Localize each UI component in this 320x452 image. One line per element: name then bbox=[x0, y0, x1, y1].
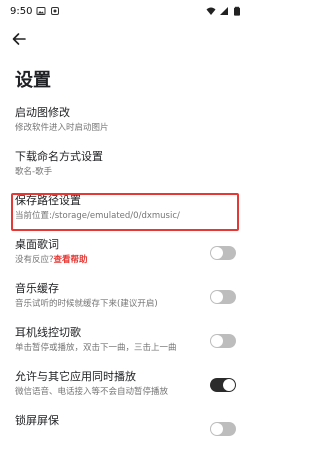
setting-subtitle: 微信语音、电话接入等不会自动暂停播放 bbox=[15, 387, 169, 397]
wifi-icon bbox=[206, 6, 216, 16]
status-bar: 9:50 bbox=[0, 0, 250, 22]
setting-lockscreen[interactable]: 锁屏屏保 bbox=[0, 408, 250, 452]
setting-title: 耳机线控切歌 bbox=[15, 326, 81, 339]
help-link[interactable]: 查看帮助 bbox=[54, 255, 88, 265]
setting-title: 锁屏屏保 bbox=[15, 414, 59, 427]
settings-list: 启动图修改 修改软件进入时启动图片 下载命名方式设置 歌名-歌手 保存路径设置 … bbox=[0, 100, 250, 452]
toggle-thumb bbox=[211, 247, 223, 259]
setting-splash-image[interactable]: 启动图修改 修改软件进入时启动图片 bbox=[0, 100, 250, 144]
setting-desktop-lyrics[interactable]: 桌面歌词 没有反应?查看帮助 bbox=[0, 232, 250, 276]
setting-title: 音乐缓存 bbox=[15, 282, 59, 295]
setting-subtitle-text: 没有反应? bbox=[15, 255, 54, 265]
lockscreen-toggle[interactable] bbox=[210, 422, 236, 436]
mix-playback-toggle[interactable] bbox=[210, 378, 236, 392]
setting-subtitle: 音乐试听的时候就缓存下来(建议开启) bbox=[15, 299, 158, 309]
status-left: 9:50 bbox=[10, 6, 60, 17]
toggle-thumb bbox=[211, 423, 223, 435]
setting-music-cache[interactable]: 音乐缓存 音乐试听的时候就缓存下来(建议开启) bbox=[0, 276, 250, 320]
setting-headset-control[interactable]: 耳机线控切歌 单击暂停或播放，双击下一曲，三击上一曲 bbox=[0, 320, 250, 364]
toggle-thumb bbox=[211, 291, 223, 303]
headset-control-toggle[interactable] bbox=[210, 334, 236, 348]
battery-icon bbox=[232, 6, 242, 16]
toggle-thumb bbox=[211, 335, 223, 347]
setting-subtitle: 没有反应?查看帮助 bbox=[15, 253, 88, 265]
page-title: 设置 bbox=[15, 70, 51, 91]
notification-icon bbox=[50, 6, 60, 16]
setting-download-naming[interactable]: 下载命名方式设置 歌名-歌手 bbox=[0, 144, 250, 188]
image-icon bbox=[36, 6, 46, 16]
setting-title: 桌面歌词 bbox=[15, 238, 59, 251]
setting-subtitle: 当前位置:/storage/emulated/0/dxmusic/ bbox=[15, 211, 180, 221]
status-time: 9:50 bbox=[10, 5, 33, 17]
setting-title: 保存路径设置 bbox=[15, 194, 81, 207]
setting-title: 下载命名方式设置 bbox=[15, 150, 103, 163]
signal-icon bbox=[219, 6, 229, 16]
setting-subtitle: 修改软件进入时启动图片 bbox=[15, 123, 109, 133]
toggle-thumb bbox=[223, 379, 235, 391]
back-button[interactable] bbox=[10, 30, 28, 48]
status-right bbox=[206, 6, 242, 16]
setting-mix-playback[interactable]: 允许与其它应用同时播放 微信语音、电话接入等不会自动暂停播放 bbox=[0, 364, 250, 408]
setting-title: 允许与其它应用同时播放 bbox=[15, 370, 136, 383]
arrow-left-icon bbox=[11, 31, 27, 47]
desktop-lyrics-toggle[interactable] bbox=[210, 246, 236, 260]
setting-subtitle: 单击暂停或播放，双击下一曲，三击上一曲 bbox=[15, 343, 177, 353]
setting-subtitle: 歌名-歌手 bbox=[15, 167, 53, 177]
setting-save-path[interactable]: 保存路径设置 当前位置:/storage/emulated/0/dxmusic/ bbox=[0, 188, 250, 232]
music-cache-toggle[interactable] bbox=[210, 290, 236, 304]
toolbar bbox=[0, 26, 250, 52]
setting-title: 启动图修改 bbox=[15, 106, 70, 119]
